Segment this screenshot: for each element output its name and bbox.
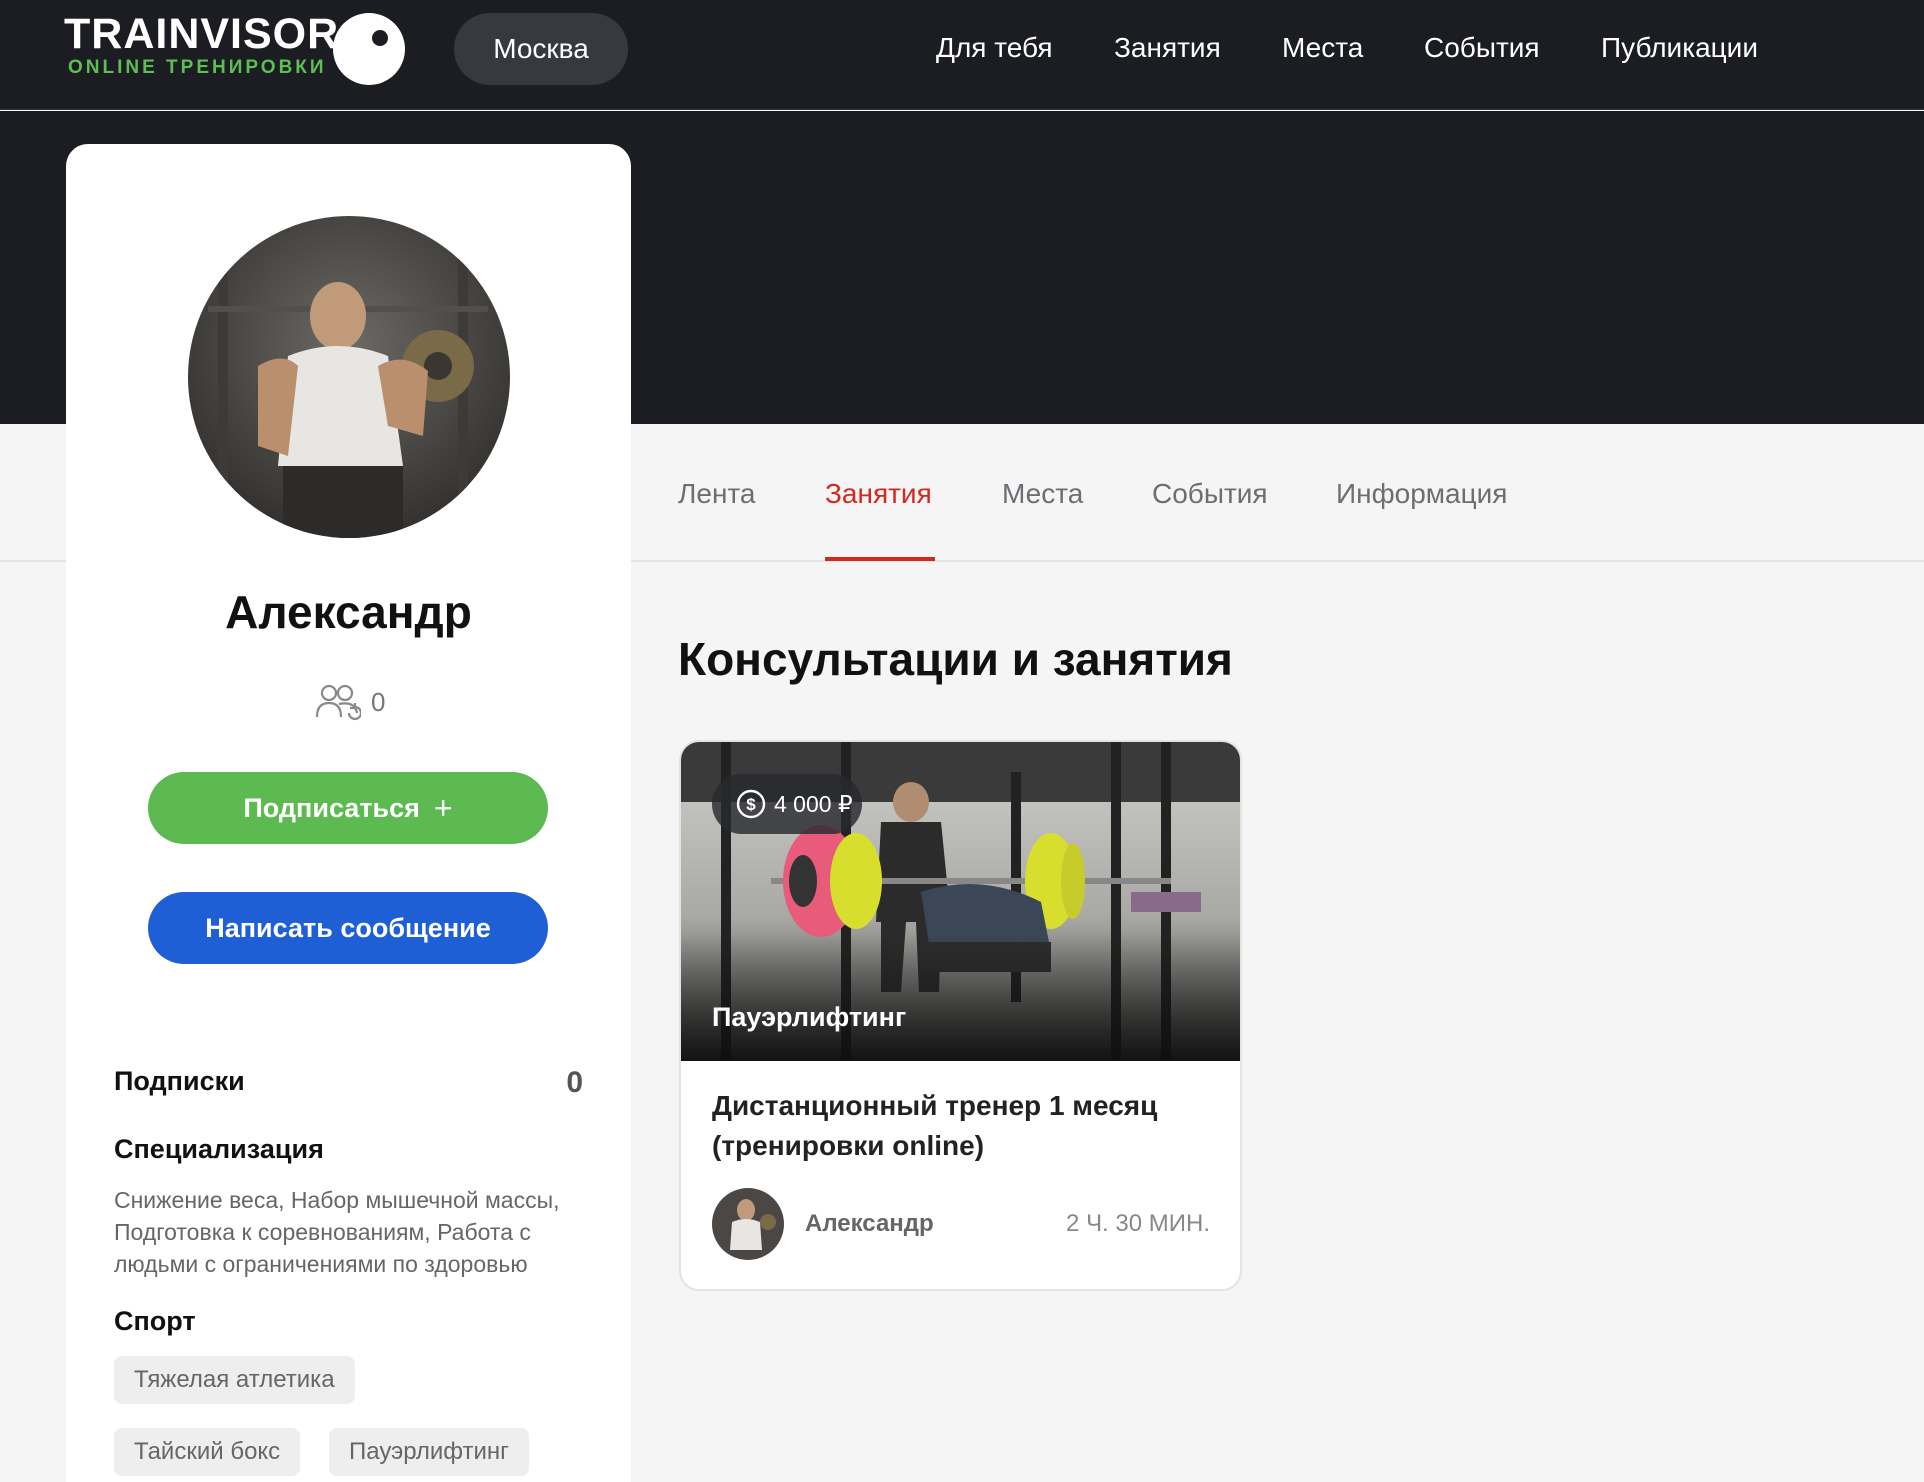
price-value: 4 000 ₽ [774,790,853,817]
site-logo[interactable]: TRAINVISOR ONLINE ТРЕНИРОВКИ [64,12,414,92]
nav-for-you[interactable]: Для тебя [936,28,1053,68]
follow-button-label: Подписаться [243,792,420,823]
course-card[interactable]: $ 4 000 ₽ Пауэрлифтинг Дистанционный тре… [679,740,1242,1291]
followers-counter: 0 [315,682,385,722]
subscriptions-label: Подписки [114,1066,245,1096]
profile-name: Александр [225,586,472,638]
eye-icon [333,13,405,85]
plus-icon: + [433,789,453,826]
followers-count: 0 [371,686,386,717]
subscriptions-count[interactable]: 0 [566,1066,583,1100]
course-category: Пауэрлифтинг [712,1002,907,1032]
price-badge: $ 4 000 ₽ [712,774,862,834]
sport-chip[interactable]: Пауэрлифтинг [329,1428,529,1476]
logo-text: TRAINVISOR [64,10,340,58]
course-title[interactable]: Дистанционный тренер 1 месяц (тренировки… [712,1086,1212,1166]
tab-events[interactable]: События [1152,474,1268,514]
nav-publications[interactable]: Публикации [1601,28,1758,68]
author-avatar[interactable] [712,1188,784,1260]
author-name[interactable]: Александр [805,1210,934,1238]
logo-subtitle: ONLINE ТРЕНИРОВКИ [68,57,327,78]
sport-label: Спорт [114,1306,196,1336]
nav-classes[interactable]: Занятия [1114,28,1221,68]
city-selector-button[interactable]: Москва [454,13,628,85]
dollar-circle-icon: $ [736,789,766,819]
follow-button[interactable]: Подписаться + [148,772,548,844]
top-navigation-bar: TRAINVISOR ONLINE ТРЕНИРОВКИ Москва Для … [0,0,1924,110]
section-title: Консультации и занятия [678,633,1233,685]
avatar-photo [188,216,510,538]
tab-info[interactable]: Информация [1336,474,1507,514]
tab-classes[interactable]: Занятия [825,474,932,514]
svg-text:$: $ [746,795,756,814]
specialization-text: Снижение веса, Набор мышечной массы, Под… [114,1187,560,1277]
nav-events[interactable]: События [1424,28,1540,68]
tab-feed[interactable]: Лента [678,474,756,514]
message-button[interactable]: Написать сообщение [148,892,548,964]
tab-places[interactable]: Места [1002,474,1083,514]
course-duration: 2 Ч. 30 МИН. [1066,1210,1210,1237]
active-tab-indicator [825,557,935,561]
nav-places[interactable]: Места [1282,28,1363,68]
profile-card: Александр 0 Подписаться + Написать сообщ… [66,144,631,1482]
people-icon [315,684,361,721]
specialization-label: Специализация [114,1134,324,1164]
sport-chip[interactable]: Тайский бокс [114,1428,301,1476]
avatar [188,216,510,538]
author-avatar-photo [712,1188,784,1260]
sport-chip[interactable]: Тяжелая атлетика [114,1356,355,1404]
